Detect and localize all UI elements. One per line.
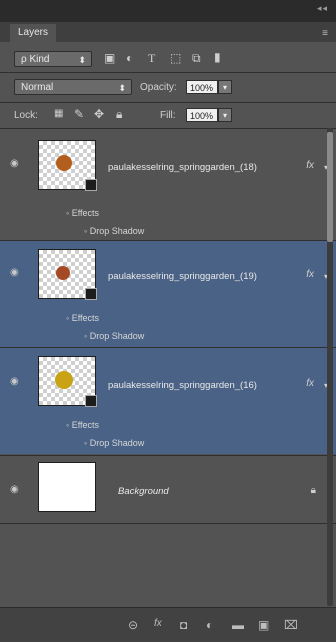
panel-titlebar: ◂◂	[0, 0, 336, 22]
smart-object-badge-icon	[85, 288, 97, 300]
tab-layers[interactable]: Layers	[10, 24, 57, 42]
flower-image	[55, 371, 73, 389]
visibility-eye-icon[interactable]: ◉	[10, 158, 24, 169]
layer-row-selected[interactable]: ◉ paulakesselring_springgarden_(16) fx ▾…	[0, 348, 336, 454]
layer-name[interactable]: Background	[118, 486, 169, 497]
layer-thumbnail	[38, 140, 97, 191]
divider	[0, 523, 336, 524]
effects-label: Effects	[71, 420, 100, 430]
chevron-down-icon: ⬍	[78, 55, 86, 65]
opacity-label: Opacity:	[140, 82, 177, 93]
fill-label: Fill:	[160, 110, 176, 121]
layer-row[interactable]: ◉ paulakesselring_springgarden_(18) fx ▾…	[0, 130, 336, 238]
blend-row: Normal ⬍ Opacity: 100% ▾	[0, 76, 336, 98]
adjustment-filter-icon[interactable]: ◐	[126, 51, 133, 65]
smart-object-badge-icon	[85, 179, 97, 191]
kind-filter-label: ρ Kind	[21, 54, 50, 65]
layer-thumbnail	[38, 356, 97, 407]
drop-shadow-row[interactable]: ◦ Drop Shadow	[84, 331, 144, 341]
background-layer-row[interactable]: ◉ Background 🔒︎	[0, 456, 336, 522]
add-mask-icon[interactable]: ◘	[180, 618, 187, 632]
visibility-eye-icon[interactable]: ◉	[10, 267, 24, 278]
layer-name[interactable]: paulakesselring_springgarden_(18)	[108, 162, 257, 173]
divider	[0, 102, 336, 103]
drop-shadow-row[interactable]: ◦ Drop Shadow	[84, 226, 144, 236]
drop-shadow-label: Drop Shadow	[89, 331, 145, 341]
smartobject-filter-icon[interactable]: ⧉	[192, 51, 201, 66]
chevron-down-icon: ⬍	[118, 83, 126, 93]
effects-label: Effects	[71, 208, 100, 218]
visibility-eye-icon[interactable]: ◉	[10, 484, 24, 495]
lock-position-icon[interactable]: ✥	[94, 107, 104, 121]
layer-name[interactable]: paulakesselring_springgarden_(16)	[108, 380, 257, 391]
layer-name[interactable]: paulakesselring_springgarden_(19)	[108, 271, 257, 282]
layer-row-selected[interactable]: ◉ paulakesselring_springgarden_(19) fx ▾…	[0, 241, 336, 347]
divider	[0, 72, 336, 73]
layers-panel: ◂◂ Layers ≡ ρ Kind ⬍ ▣ ◐ T ⬚ ⧉ ▮ Normal …	[0, 0, 336, 642]
fx-icon[interactable]: fx	[154, 618, 162, 629]
fx-icon[interactable]: fx	[306, 378, 314, 389]
effects-row[interactable]: ◦ Effects	[66, 420, 99, 430]
type-filter-icon[interactable]: T	[148, 51, 155, 66]
shape-filter-icon[interactable]: ⬚	[170, 51, 181, 65]
scrollbar-thumb[interactable]	[327, 132, 333, 242]
drop-shadow-row[interactable]: ◦ Drop Shadow	[84, 438, 144, 448]
adjustment-layer-icon[interactable]: ◐	[206, 618, 213, 632]
layer-thumbnail	[38, 249, 97, 300]
flower-image	[56, 155, 72, 171]
panel-menu-icon[interactable]: ≡	[322, 28, 328, 39]
lock-icon: 🔒︎	[310, 485, 316, 496]
effects-row[interactable]: ◦ Effects	[66, 208, 99, 218]
kind-filter-dropdown[interactable]: ρ Kind ⬍	[14, 51, 92, 67]
lock-all-icon[interactable]: 🔒︎	[116, 107, 122, 122]
fx-icon[interactable]: fx	[306, 269, 314, 280]
effects-label: Effects	[71, 313, 100, 323]
layers-footer: ⊝ fx ◘ ◐ ▬ ▣ ⌧	[0, 607, 336, 642]
new-group-icon[interactable]: ▬	[232, 618, 244, 632]
toggle-filter-icon[interactable]: ▮	[214, 50, 221, 64]
lock-transparent-pixels-icon[interactable]: ▦	[54, 108, 63, 119]
trash-icon[interactable]: ⌧	[284, 618, 298, 632]
collapse-panel-icon[interactable]: ◂◂	[317, 3, 328, 14]
effects-row[interactable]: ◦ Effects	[66, 313, 99, 323]
lock-label: Lock:	[14, 110, 38, 121]
drop-shadow-label: Drop Shadow	[89, 438, 145, 448]
lock-image-pixels-icon[interactable]: ✎	[74, 107, 84, 121]
fill-input[interactable]: 100%	[186, 108, 218, 122]
link-layers-icon[interactable]: ⊝	[128, 618, 138, 632]
background-thumbnail	[38, 462, 96, 512]
divider	[0, 128, 336, 129]
flower-image	[56, 266, 70, 280]
opacity-slider-button[interactable]: ▾	[218, 80, 232, 94]
drop-shadow-label: Drop Shadow	[89, 226, 145, 236]
fx-icon[interactable]: fx	[306, 160, 314, 171]
blend-mode-value: Normal	[21, 82, 54, 93]
lock-row: Lock: ▦ ✎ ✥ 🔒︎ Fill: 100% ▾	[0, 104, 336, 126]
opacity-input[interactable]: 100%	[186, 80, 218, 94]
image-filter-icon[interactable]: ▣	[104, 51, 115, 65]
filter-row: ρ Kind ⬍ ▣ ◐ T ⬚ ⧉ ▮	[0, 48, 336, 70]
blend-mode-dropdown[interactable]: Normal ⬍	[14, 79, 132, 95]
new-layer-icon[interactable]: ▣	[258, 618, 269, 632]
smart-object-badge-icon	[85, 395, 97, 407]
visibility-eye-icon[interactable]: ◉	[10, 376, 24, 387]
fill-slider-button[interactable]: ▾	[218, 108, 232, 122]
